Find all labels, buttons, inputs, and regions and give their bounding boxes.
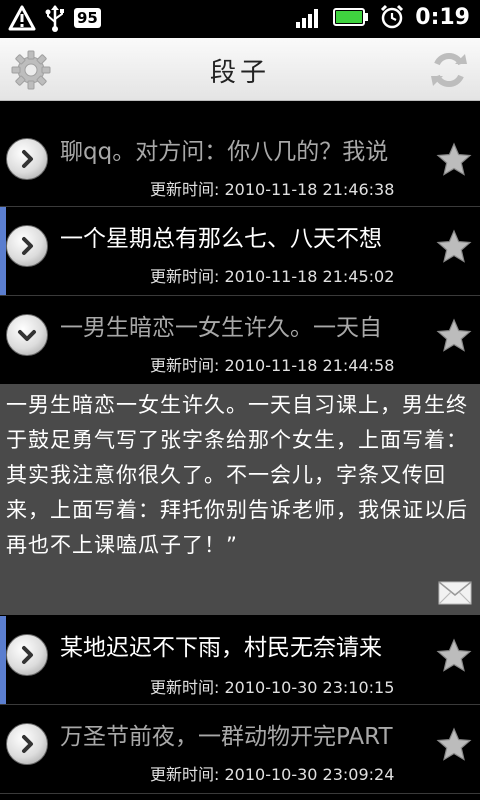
clock: 0:19 — [415, 4, 470, 30]
star-icon — [436, 727, 472, 761]
usb-icon — [44, 4, 66, 32]
list-item[interactable]: 一男生暗恋一女生许久。一天自 更新时间: 2010-11-18 21:44:58 — [0, 296, 480, 384]
unread-indicator — [0, 207, 6, 295]
refresh-icon — [431, 53, 467, 87]
expand-button[interactable] — [6, 225, 48, 267]
warning-icon — [8, 5, 36, 31]
item-headline: 万圣节前夜，一群动物开完PART — [60, 724, 393, 750]
favorite-button[interactable] — [434, 227, 474, 267]
expanded-detail: 一男生暗恋一女生许久。一天自习课上，男生终于鼓足勇气写了张字条给那个女生，上面写… — [0, 384, 480, 615]
star-icon — [436, 142, 472, 176]
page-title: 段子 — [209, 58, 270, 88]
battery-icon — [333, 7, 369, 27]
list-item[interactable]: 万圣节前夜，一群动物开完PART 更新时间: 2010-10-30 23:09:… — [0, 705, 480, 794]
title-bar: 段子 — [0, 38, 480, 101]
item-time: 更新时间: 2010-11-18 21:45:02 — [150, 267, 395, 286]
expand-button[interactable] — [6, 138, 48, 180]
chevron-right-icon — [22, 646, 33, 664]
detail-text: 一男生暗恋一女生许久。一天自习课上，男生终于鼓足勇气写了张字条给那个女生，上面写… — [6, 393, 468, 557]
scrolled-item-remnant — [150, 100, 430, 112]
expand-button[interactable] — [6, 723, 48, 765]
favorite-button[interactable] — [434, 140, 474, 180]
unread-indicator — [0, 616, 6, 704]
list-item[interactable]: 一个星期总有那么七、八天不想 更新时间: 2010-11-18 21:45:02 — [0, 207, 480, 296]
battery-level-badge: 95 — [74, 8, 101, 28]
status-bar: 95 0:19 — [0, 0, 480, 38]
item-headline: 一个星期总有那么七、八天不想 — [60, 226, 382, 252]
collapse-button[interactable] — [6, 314, 48, 356]
refresh-button[interactable] — [426, 47, 472, 93]
item-time: 更新时间: 2010-10-30 23:10:15 — [150, 678, 395, 697]
alarm-clock-icon — [379, 4, 405, 30]
expand-button[interactable] — [6, 634, 48, 676]
item-headline: 一男生暗恋一女生许久。一天自 — [60, 315, 382, 341]
chevron-right-icon — [22, 150, 33, 168]
star-icon — [436, 638, 472, 672]
chevron-right-icon — [22, 237, 33, 255]
item-time: 更新时间: 2010-11-18 21:46:38 — [150, 180, 395, 199]
mail-icon — [438, 581, 472, 605]
chevron-right-icon — [22, 735, 33, 753]
list-item[interactable]: 聊qq。对方问：你八几的？我说 更新时间: 2010-11-18 21:46:3… — [0, 120, 480, 207]
item-time: 更新时间: 2010-11-18 21:44:58 — [150, 356, 395, 375]
share-button[interactable] — [438, 581, 472, 605]
item-headline: 聊qq。对方问：你八几的？我说 — [60, 139, 389, 165]
favorite-button[interactable] — [434, 725, 474, 765]
list-item[interactable]: 某地迟迟不下雨，村民无奈请来 更新时间: 2010-10-30 23:10:15 — [0, 616, 480, 705]
signal-bars-icon — [295, 5, 323, 29]
favorite-button[interactable] — [434, 636, 474, 676]
item-headline: 某地迟迟不下雨，村民无奈请来 — [60, 635, 382, 661]
favorite-button[interactable] — [434, 316, 474, 356]
item-time: 更新时间: 2010-10-30 23:09:24 — [150, 765, 395, 784]
star-icon — [436, 318, 472, 352]
chevron-down-icon — [18, 330, 36, 341]
star-icon — [436, 229, 472, 263]
